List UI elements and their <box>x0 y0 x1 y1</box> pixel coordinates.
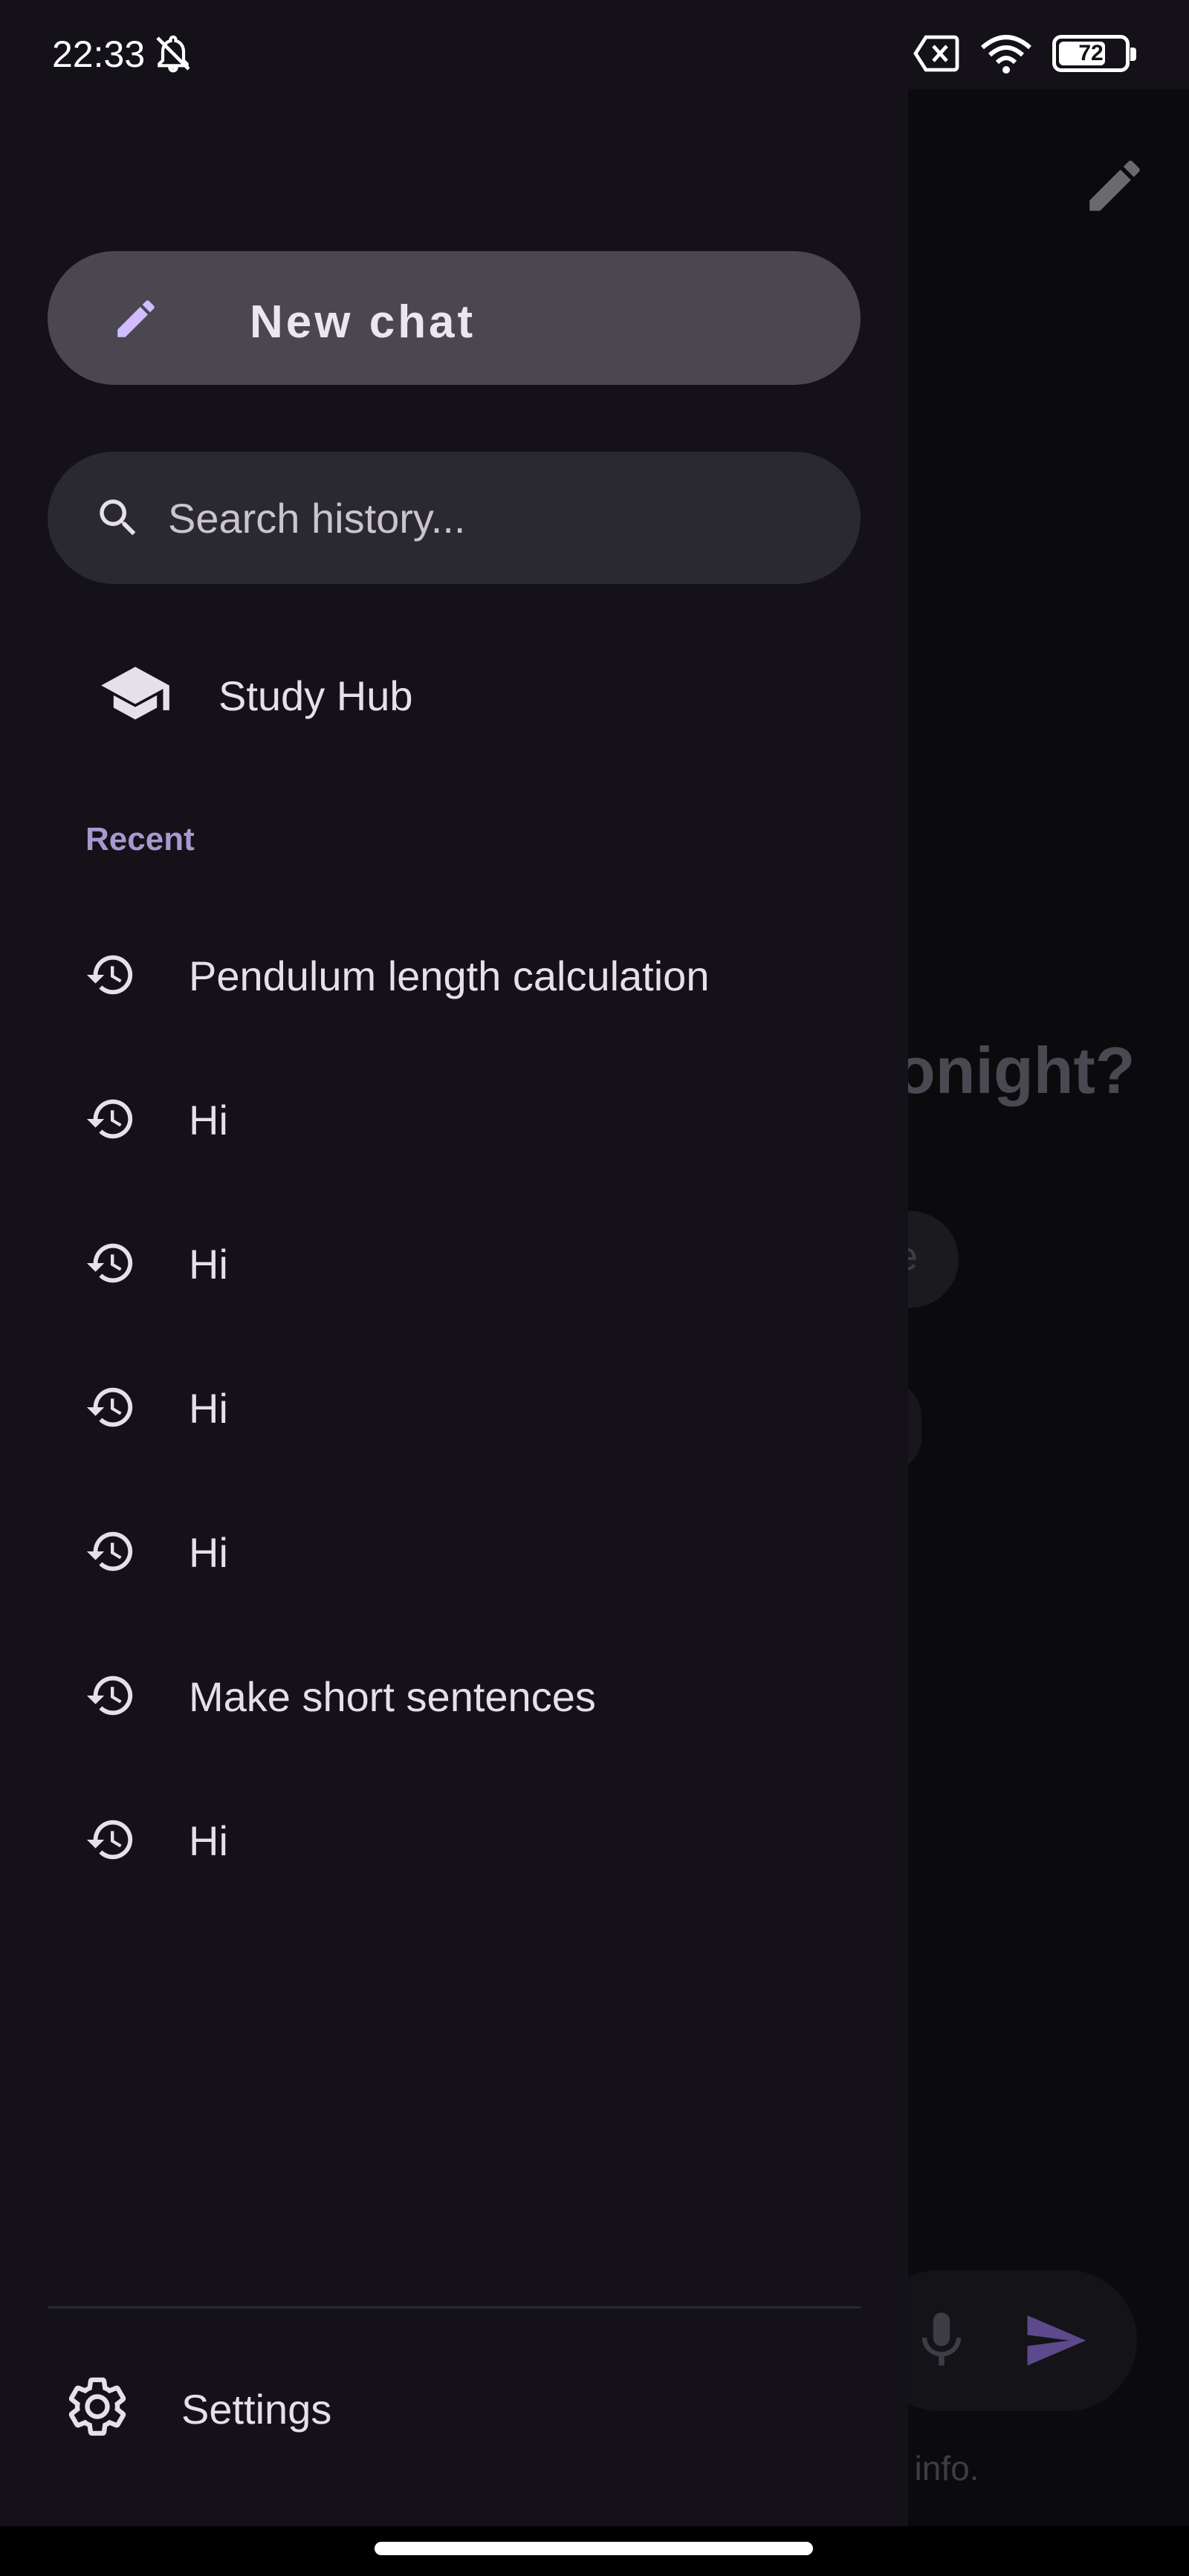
history-icon <box>86 1387 133 1427</box>
recent-section-label: Recent <box>85 821 195 857</box>
navigation-drawer: New chat Study Hub Recent Pendulum lengt… <box>0 0 908 2526</box>
history-icon <box>86 1531 133 1571</box>
recent-item-label: Hi <box>189 1529 228 1576</box>
recent-item[interactable]: Hi <box>0 1768 908 1912</box>
recent-item-label: Pendulum length calculation <box>189 953 710 999</box>
background-heading: onight? <box>895 1034 1135 1107</box>
study-hub-label: Study Hub <box>218 672 413 719</box>
microphone-icon[interactable] <box>908 2307 975 2374</box>
recent-item[interactable]: Hi <box>0 1047 908 1191</box>
drawer-divider <box>48 2306 861 2309</box>
battery-level: 72 <box>1078 41 1104 65</box>
search-history-box <box>48 452 861 584</box>
home-indicator[interactable] <box>375 2542 813 2555</box>
wifi-icon <box>981 35 1031 74</box>
recent-item-label: Hi <box>189 1241 228 1288</box>
search-history-input[interactable] <box>168 484 822 551</box>
background-chat-screen <box>908 89 1189 2526</box>
gear-icon <box>68 2377 126 2436</box>
history-icon <box>86 955 133 995</box>
recent-item[interactable]: Hi <box>0 1335 908 1479</box>
recent-item-label: Make short sentences <box>189 1673 596 1720</box>
pencil-icon <box>117 300 155 337</box>
bell-off-icon <box>156 35 190 73</box>
recent-item[interactable]: Make short sentences <box>0 1623 908 1768</box>
new-chat-label: New chat <box>250 296 476 348</box>
status-icons: 72 <box>913 33 1136 74</box>
recent-history-list: Pendulum length calculation Hi Hi Hi Hi … <box>0 903 908 1912</box>
new-chat-button[interactable]: New chat <box>48 251 861 385</box>
search-icon <box>100 499 136 536</box>
recent-item[interactable]: Pendulum length calculation <box>0 903 908 1047</box>
settings-item[interactable]: Settings <box>48 2355 861 2459</box>
study-hub-item[interactable]: Study Hub <box>48 646 861 743</box>
recent-item[interactable]: Hi <box>0 1479 908 1623</box>
settings-label: Settings <box>181 2386 332 2433</box>
pencil-icon[interactable] <box>1081 152 1148 219</box>
battery-indicator: 72 <box>1052 35 1136 72</box>
history-icon <box>86 1243 133 1283</box>
status-time: 22:33 <box>52 33 146 75</box>
graduation-cap-icon <box>101 666 169 720</box>
app-screen: 22:33 72 onight? t info. New chat Search… <box>0 0 1189 2576</box>
send-icon[interactable] <box>1018 2307 1092 2374</box>
data-off-icon <box>913 35 959 72</box>
recent-item-label: Hi <box>189 1097 228 1143</box>
history-icon <box>86 1675 133 1716</box>
recent-item-label: Hi <box>189 1385 228 1432</box>
status-bar: 22:33 72 <box>0 0 1189 111</box>
history-icon <box>86 1820 133 1860</box>
recent-item-label: Hi <box>189 1817 228 1864</box>
recent-item[interactable]: Hi <box>0 1191 908 1335</box>
history-icon <box>86 1099 133 1139</box>
